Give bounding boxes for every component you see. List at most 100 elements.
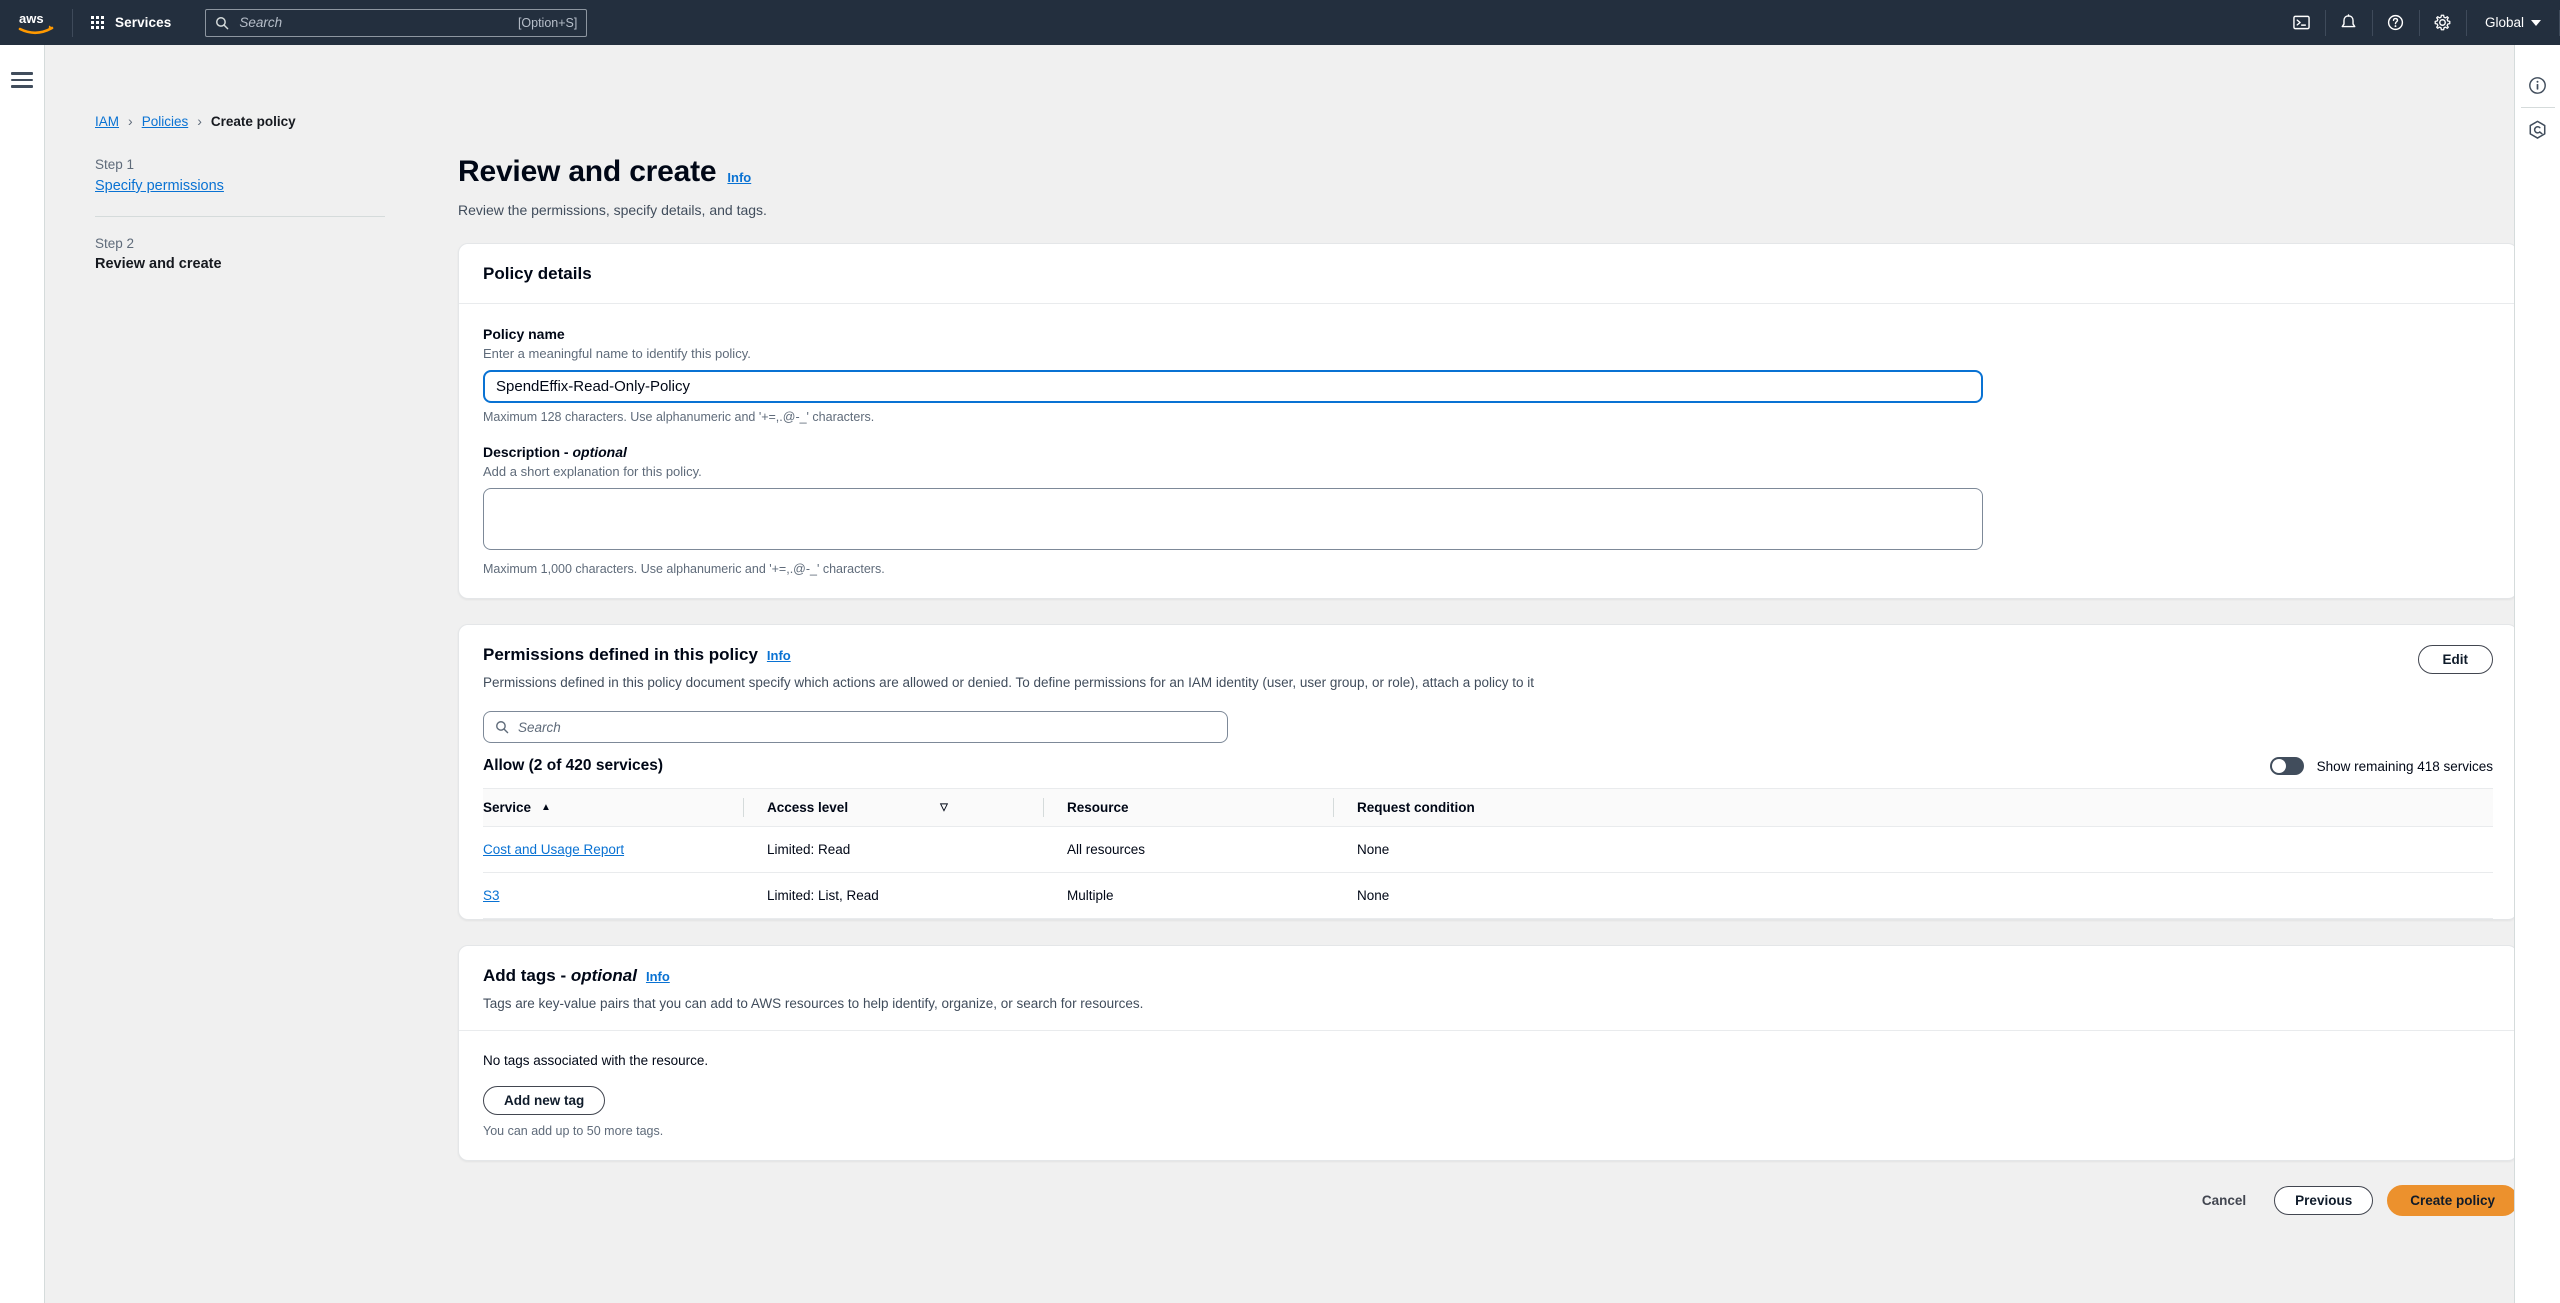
chevron-down-icon [2531, 19, 2541, 26]
page-title-row: Review and create Info [458, 155, 2514, 189]
edit-permissions-button[interactable]: Edit [2417, 645, 2493, 674]
policy-details-header: Policy details [459, 244, 2514, 304]
breadcrumb-separator-icon: › [128, 113, 133, 129]
step-1-number: Step 1 [95, 157, 135, 172]
permissions-search-input[interactable]: Search [483, 711, 1228, 743]
add-new-tag-button[interactable]: Add new tag [483, 1086, 606, 1115]
help-question-icon[interactable] [2373, 0, 2419, 45]
breadcrumb-item-iam[interactable]: IAM [95, 114, 119, 129]
permissions-info-link[interactable]: Info [767, 648, 791, 663]
policy-name-input[interactable] [483, 370, 1983, 403]
right-nav-rail [2514, 45, 2560, 1303]
tags-description: Tags are key-value pairs that you can ad… [483, 996, 1144, 1011]
cloudshell-icon[interactable] [2279, 0, 2325, 45]
cell-resource: Multiple [1043, 872, 1333, 919]
page-info-link[interactable]: Info [727, 170, 751, 185]
tags-title: Add tags - optional [483, 966, 637, 985]
aws-logo[interactable]: aws [0, 0, 72, 45]
services-label: Services [115, 15, 172, 30]
previous-button[interactable]: Previous [2274, 1186, 2374, 1215]
table-row: S3 Limited: List, Read Multiple None [483, 872, 2493, 919]
toggle-knob [2271, 759, 2286, 773]
step-divider [95, 216, 385, 217]
notifications-bell-icon[interactable] [2326, 0, 2372, 45]
app-shell: IAM › Policies › Create policy Step 1 Sp… [0, 45, 2560, 1303]
service-link[interactable]: Cost and Usage Report [483, 842, 624, 857]
toggle-track [2269, 757, 2304, 775]
allow-heading: Allow (2 of 420 services) [483, 757, 664, 774]
cell-request-condition: None [1333, 872, 2493, 919]
create-policy-button[interactable]: Create policy [2387, 1185, 2514, 1216]
policy-description-label: Description - optional [483, 444, 627, 460]
permissions-title: Permissions defined in this policy [483, 645, 758, 664]
global-search-placeholder: Search [239, 15, 283, 30]
permissions-table-body: Cost and Usage Report Limited: Read All … [483, 826, 2493, 919]
permissions-table: Service ▲ Access level ▽ Resource Reques… [483, 788, 2493, 919]
content-column: IAM › Policies › Create policy Step 1 Sp… [45, 45, 2514, 1303]
policy-details-body: Policy name Enter a meaningful name to i… [459, 304, 2514, 598]
policy-description-foot: Maximum 1,000 characters. Use alphanumer… [483, 562, 885, 576]
search-shortcut-hint: [Option+S] [517, 15, 578, 30]
policy-name-label: Policy name [483, 326, 565, 342]
cell-access-level: Limited: Read [743, 826, 1043, 873]
search-icon [496, 721, 509, 734]
cell-service: S3 [483, 872, 743, 919]
page-title: Review and create [458, 155, 717, 188]
wizard-steps: Step 1 Specify permissions Step 2 Review… [95, 157, 385, 272]
sort-ascending-icon: ▲ [541, 802, 551, 813]
breadcrumb: IAM › Policies › Create policy [95, 113, 296, 129]
policy-name-foot: Maximum 128 characters. Use alphanumeric… [483, 410, 875, 424]
grid-icon [91, 16, 104, 29]
nav-right-group: Global [2279, 0, 2560, 45]
tags-card: Add tags - optional Info Tags are key-va… [458, 945, 2514, 1161]
breadcrumb-separator-icon: › [197, 113, 202, 129]
permissions-card: Permissions defined in this policy Info … [458, 624, 2514, 920]
table-header-row: Service ▲ Access level ▽ Resource Reques… [483, 788, 2493, 827]
cell-request-condition: None [1333, 826, 2493, 873]
breadcrumb-item-policies[interactable]: Policies [142, 114, 189, 129]
cell-access-level: Limited: List, Read [743, 872, 1043, 919]
permissions-description: Permissions defined in this policy docum… [483, 675, 1535, 690]
services-menu-button[interactable]: Services [73, 0, 189, 45]
cell-service: Cost and Usage Report [483, 826, 743, 873]
permissions-header: Permissions defined in this policy Info … [459, 625, 2514, 709]
tags-body: No tags associated with the resource. Ad… [459, 1031, 2514, 1160]
policy-name-hint: Enter a meaningful name to identify this… [483, 346, 751, 361]
tags-info-link[interactable]: Info [646, 969, 670, 984]
global-search-input[interactable]: Search [Option+S] [205, 8, 588, 37]
tags-foot-text: You can add up to 50 more tags. [483, 1124, 664, 1138]
breadcrumb-item-create-policy: Create policy [210, 113, 296, 129]
sidebar-item-review-and-create: Review and create [95, 256, 222, 272]
footer-actions: Cancel Previous Create policy [458, 1185, 2514, 1216]
top-navigation-bar: aws Services Search [Option+S] Global [0, 0, 2560, 45]
column-header-service[interactable]: Service ▲ [483, 788, 743, 827]
cancel-button[interactable]: Cancel [2188, 1187, 2260, 1214]
column-header-request-condition[interactable]: Request condition [1333, 788, 2493, 827]
step-2-number: Step 2 [95, 236, 135, 251]
svg-text:aws: aws [19, 11, 44, 26]
hamburger-menu-icon[interactable] [11, 72, 33, 88]
show-remaining-services-toggle[interactable]: Show remaining 418 services [2269, 757, 2493, 775]
region-label: Global [2484, 15, 2524, 30]
aws-q-hexagon-icon[interactable] [2515, 108, 2560, 152]
permissions-search-placeholder: Search [518, 719, 561, 735]
page-subtitle: Review the permissions, specify details,… [458, 202, 767, 218]
column-header-access-level[interactable]: Access level ▽ [743, 788, 1043, 827]
sidebar-item-specify-permissions[interactable]: Specify permissions [95, 178, 224, 194]
service-link[interactable]: S3 [483, 888, 500, 903]
settings-gear-icon[interactable] [2420, 0, 2466, 45]
region-selector[interactable]: Global [2467, 0, 2559, 45]
search-icon [216, 16, 229, 29]
allow-summary-row: Allow (2 of 420 services) Show remaining… [459, 743, 2514, 788]
main-content: Review and create Info Review the permis… [458, 155, 2514, 1216]
cell-resource: All resources [1043, 826, 1333, 873]
policy-details-title: Policy details [483, 264, 592, 283]
info-circle-icon[interactable] [2515, 63, 2560, 107]
tags-header: Add tags - optional Info Tags are key-va… [459, 946, 2514, 1031]
policy-description-hint: Add a short explanation for this policy. [483, 464, 702, 479]
column-header-resource[interactable]: Resource [1043, 788, 1333, 827]
policy-description-textarea[interactable] [483, 488, 1983, 550]
toggle-label: Show remaining 418 services [2316, 758, 2493, 774]
tags-empty-text: No tags associated with the resource. [483, 1053, 709, 1068]
policy-details-card: Policy details Policy name Enter a meani… [458, 243, 2514, 599]
